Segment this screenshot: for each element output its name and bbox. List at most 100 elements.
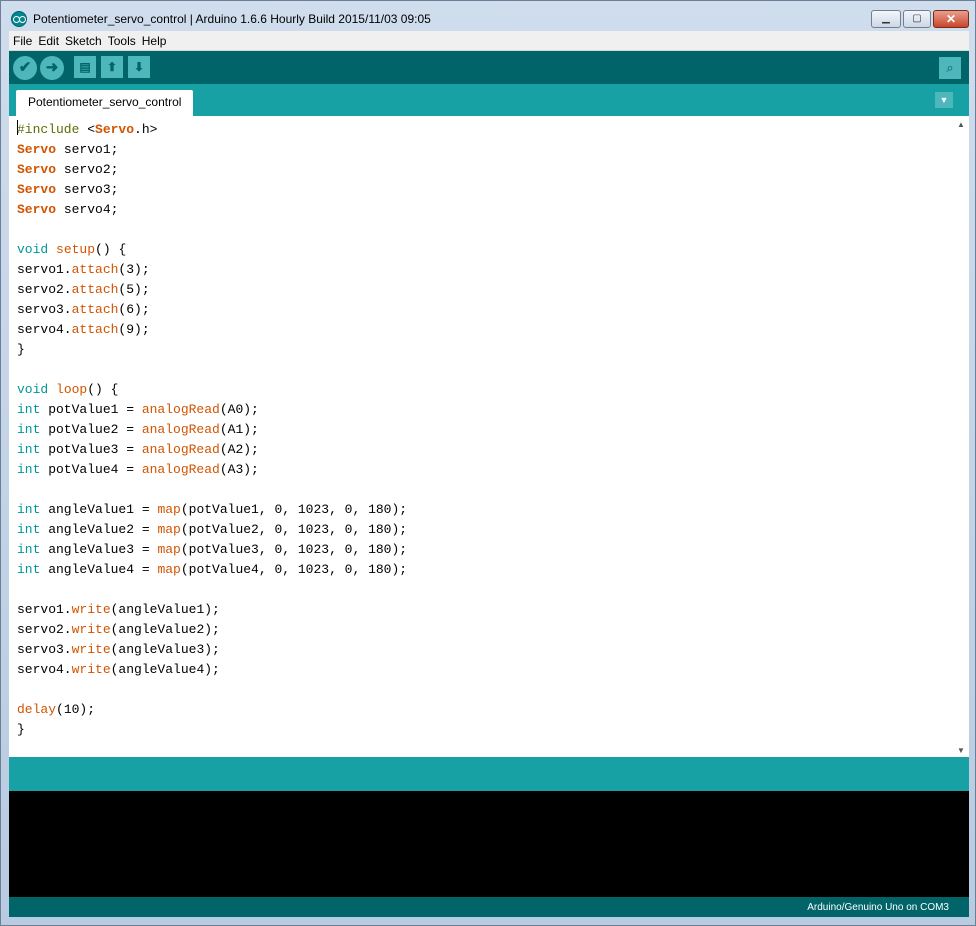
code-line: servo1.write(angleValue1); [17,600,953,620]
code-token: int [17,402,41,417]
code-token: servo2. [17,282,72,297]
scroll-down-icon[interactable]: ▼ [956,746,966,755]
serial-monitor-button[interactable]: ⌕ [939,57,961,79]
new-sketch-button[interactable]: ▤ [74,56,96,78]
code-token: map [157,522,181,537]
code-token: < [87,122,96,137]
code-line: #include <Servo.h> [17,120,953,140]
menu-file[interactable]: File [9,31,35,51]
code-token: Servo [95,122,135,137]
code-line: servo3.write(angleValue3); [17,640,953,660]
tab-bar: Potentiometer_servo_control ▼ [9,84,969,116]
code-token: (angleValue2); [110,622,220,637]
new-file-icon: ▤ [79,60,91,74]
code-line: servo4.attach(9); [17,320,953,340]
code-token: servo2; [56,162,119,177]
code-line: int potValue1 = analogRead(A0); [17,400,953,420]
code-token: Servo [17,142,57,157]
code-token: analogRead [141,462,220,477]
code-line: int potValue3 = analogRead(A2); [17,440,953,460]
code-token: (A0); [219,402,259,417]
code-token: loop [56,382,88,397]
code-line: Servo servo2; [17,160,953,180]
code-token: #include [17,122,88,137]
code-token: analogRead [141,442,220,457]
code-token: Servo [17,202,57,217]
code-text-area[interactable]: #include <Servo.h> Servo servo1; Servo ser… [17,120,953,740]
code-token: angleValue4 = [40,562,158,577]
arduino-logo-icon [11,11,27,27]
code-token: int [17,522,41,537]
arrow-down-icon: ⬇ [133,60,145,74]
code-line: servo1.attach(3); [17,260,953,280]
code-token: Servo [17,162,57,177]
code-token: attach [71,302,119,317]
code-token: Servo [17,182,57,197]
code-token: attach [71,282,119,297]
code-token: write [71,642,111,657]
code-token: (angleValue4); [110,662,220,677]
arrow-right-icon: ➜ [45,59,59,76]
code-token: write [71,622,111,637]
code-token: analogRead [141,422,220,437]
code-token: servo1. [17,602,72,617]
code-token: delay [17,702,57,717]
code-line: } [17,340,953,360]
code-line: servo2.attach(5); [17,280,953,300]
upload-button[interactable]: ➜ [40,56,64,80]
code-token: map [157,502,181,517]
maximize-button[interactable]: ▢ [903,10,931,28]
menu-edit[interactable]: Edit [35,31,62,51]
console-output[interactable] [9,791,969,897]
code-line: servo3.attach(6); [17,300,953,320]
footer-bar: Arduino/Genuino Uno on COM3 [9,897,969,917]
code-token: void [17,242,49,257]
code-token: write [71,662,111,677]
verify-button[interactable]: ✔ [13,56,37,80]
tab-potentiometer-servo-control[interactable]: Potentiometer_servo_control [16,90,194,116]
code-token: () { [95,242,127,257]
code-token: servo3; [56,182,119,197]
title-bar[interactable]: Potentiometer_servo_control | Arduino 1.… [1,1,975,31]
code-token: analogRead [141,402,220,417]
scroll-up-icon[interactable]: ▲ [956,120,966,129]
code-line: int angleValue3 = map(potValue3, 0, 1023… [17,540,953,560]
save-sketch-button[interactable]: ⬇ [128,56,150,78]
code-line: void loop() { [17,380,953,400]
code-token: int [17,562,41,577]
code-line: delay(10); [17,700,953,720]
vertical-scrollbar[interactable]: ▲ ▼ [953,116,969,757]
code-editor[interactable]: #include <Servo.h> Servo servo1; Servo ser… [9,116,969,757]
code-token: potValue1 = [40,402,142,417]
code-token: (A2); [219,442,259,457]
menu-bar: File Edit Sketch Tools Help [9,31,969,51]
code-token: int [17,542,41,557]
code-token: () { [87,382,119,397]
code-token: servo2. [17,622,72,637]
arrow-up-icon: ⬆ [106,60,118,74]
code-token: angleValue1 = [40,502,158,517]
menu-tools[interactable]: Tools [105,31,139,51]
code-token: potValue2 = [40,422,142,437]
code-token: servo1; [56,142,119,157]
code-token: .h> [134,122,158,137]
code-token: servo3. [17,302,72,317]
code-token: (potValue1, 0, 1023, 0, 180); [180,502,408,517]
code-token: (potValue2, 0, 1023, 0, 180); [180,522,408,537]
code-token: (angleValue1); [110,602,220,617]
code-token: int [17,422,41,437]
code-token: attach [71,322,119,337]
code-token: setup [56,242,96,257]
tab-menu-button[interactable]: ▼ [935,92,953,108]
minimize-button[interactable]: ▁ [871,10,901,28]
menu-sketch[interactable]: Sketch [62,31,105,51]
open-sketch-button[interactable]: ⬆ [101,56,123,78]
menu-help[interactable]: Help [139,31,170,51]
code-line: int angleValue4 = map(potValue4, 0, 1023… [17,560,953,580]
close-button[interactable]: ✕ [933,10,969,28]
code-token: (A3); [219,462,259,477]
